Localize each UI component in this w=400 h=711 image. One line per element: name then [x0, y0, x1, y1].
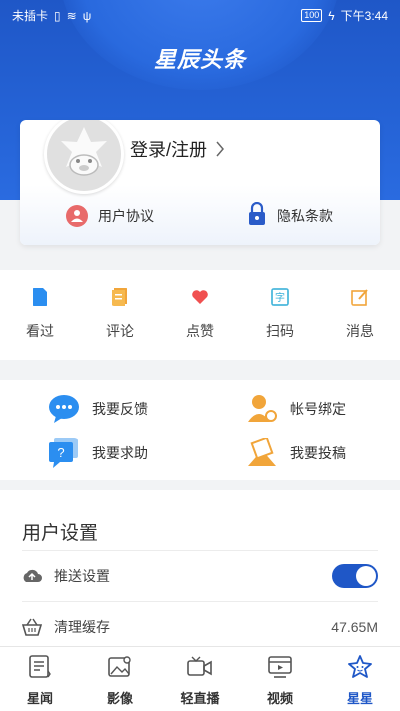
- tab-news-label: 星闻: [26, 691, 53, 706]
- tab-star[interactable]: 星星: [320, 647, 400, 711]
- quick-scan-label: 扫码: [266, 323, 294, 339]
- tab-live[interactable]: 轻直播: [160, 647, 240, 711]
- divider: [22, 601, 378, 602]
- svg-text:?: ?: [57, 445, 64, 460]
- quick-messages[interactable]: 消息: [320, 270, 400, 360]
- tab-star-label: 星星: [346, 691, 373, 706]
- help-bubble-icon: ?: [49, 438, 78, 468]
- live-camera-icon: [187, 656, 212, 676]
- basket-icon: [22, 618, 42, 636]
- chevron-right-icon: [216, 141, 225, 157]
- push-settings-label: 推送设置: [54, 568, 110, 584]
- feedback-label: 我要反馈: [92, 401, 148, 417]
- settings-title: 用户设置: [22, 523, 99, 544]
- sim-icon: ▯: [54, 8, 61, 23]
- gallery-icon: [108, 656, 131, 677]
- usb-icon: ψ: [82, 8, 92, 23]
- quick-scan[interactable]: 字 扫码: [240, 270, 320, 360]
- feedback-bubble-icon: [49, 395, 79, 423]
- status-bar: 未插卡 ▯ ≋ ψ 100 ϟ 下午3:44: [0, 0, 400, 28]
- divider: [22, 550, 378, 551]
- cache-size: 47.65M: [331, 619, 378, 635]
- clear-cache-label: 清理缓存: [54, 619, 110, 635]
- star-icon: [348, 655, 372, 678]
- quick-messages-label: 消息: [346, 323, 374, 339]
- wifi-icon: ≋: [66, 8, 77, 23]
- quick-comments-label: 评论: [106, 323, 134, 339]
- help-label: 我要求助: [92, 445, 148, 461]
- service-panel: 我要反馈 帐号绑定 ? 我要求助 我要投稿: [0, 380, 400, 480]
- charging-icon: ϟ: [328, 8, 335, 23]
- submit-article-label: 我要投稿: [290, 445, 346, 461]
- account-bind-button[interactable]: 帐号绑定: [246, 394, 346, 424]
- privacy-policy-link[interactable]: 隐私条款: [200, 201, 380, 229]
- quick-comments[interactable]: 评论: [80, 270, 160, 360]
- quick-likes-label: 点赞: [186, 323, 214, 339]
- comment-list-icon: [112, 288, 127, 306]
- cloud-upload-icon: [23, 569, 42, 582]
- scan-icon: 字: [271, 288, 289, 306]
- user-settings: 用户设置 推送设置 清理缓存 47.65M: [0, 490, 400, 646]
- push-toggle[interactable]: [332, 564, 378, 588]
- brand-logo: 星辰头条: [153, 47, 246, 72]
- help-button[interactable]: ? 我要求助: [48, 438, 148, 468]
- tab-gallery[interactable]: 影像: [80, 647, 160, 711]
- edit-message-icon: [351, 289, 368, 306]
- quick-history[interactable]: 看过: [0, 270, 80, 360]
- login-register-button[interactable]: 登录/注册: [130, 136, 225, 162]
- user-agreement-icon: [66, 204, 88, 227]
- video-icon: [268, 656, 292, 678]
- avatar[interactable]: [44, 120, 124, 194]
- battery-icon: 100: [301, 9, 323, 22]
- quick-actions: 看过 评论 点赞 字 扫码 消息: [0, 270, 400, 360]
- account-card: 登录/注册 用户协议 隐私条款: [20, 120, 380, 245]
- tab-video-label: 视频: [266, 691, 293, 706]
- toggle-knob: [356, 566, 376, 586]
- clock: 下午3:44: [340, 9, 388, 23]
- lock-icon: [247, 201, 267, 229]
- carrier-label: 未插卡: [12, 9, 49, 23]
- document-icon: [33, 288, 47, 306]
- tab-news[interactable]: 星闻: [0, 647, 80, 711]
- submit-envelope-icon: [248, 438, 276, 466]
- tab-video[interactable]: 视频: [240, 647, 320, 711]
- user-agreement-link[interactable]: 用户协议: [20, 202, 200, 229]
- user-agreement-label: 用户协议: [98, 207, 154, 224]
- bottom-tab-bar: 星闻 影像 轻直播 视频 星星: [0, 646, 400, 711]
- svg-text:字: 字: [275, 291, 285, 304]
- privacy-policy-label: 隐私条款: [277, 207, 333, 224]
- heart-icon: [192, 290, 208, 304]
- login-label: 登录/注册: [130, 140, 208, 160]
- quick-likes[interactable]: 点赞: [160, 270, 240, 360]
- default-avatar-icon: [61, 127, 107, 176]
- news-icon: [29, 655, 51, 678]
- submit-article-button[interactable]: 我要投稿: [246, 438, 346, 468]
- clear-cache-row[interactable]: 清理缓存 47.65M: [22, 617, 378, 637]
- feedback-button[interactable]: 我要反馈: [48, 394, 148, 424]
- account-bind-icon: [248, 395, 277, 422]
- quick-history-label: 看过: [26, 323, 54, 339]
- tab-gallery-label: 影像: [106, 691, 133, 706]
- push-settings-row[interactable]: 推送设置: [22, 566, 378, 586]
- card-links: 用户协议 隐私条款: [20, 201, 380, 229]
- tab-live-label: 轻直播: [180, 691, 220, 706]
- account-bind-label: 帐号绑定: [290, 401, 346, 417]
